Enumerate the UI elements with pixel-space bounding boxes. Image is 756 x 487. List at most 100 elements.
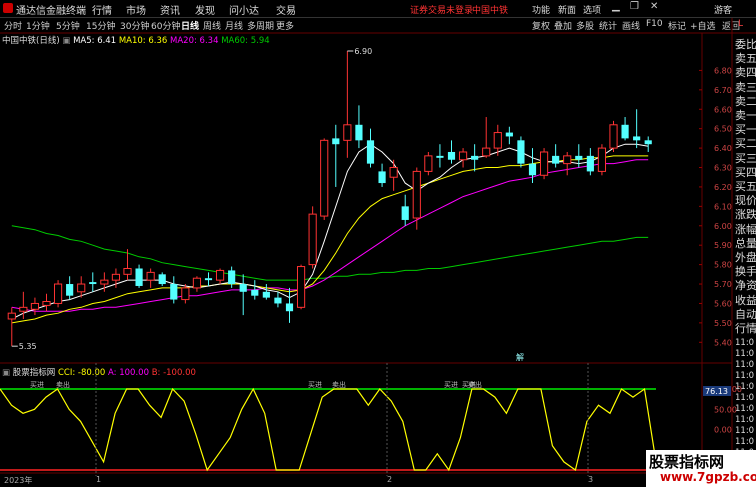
- price-tick-label: 5.50: [714, 319, 732, 328]
- candle-body: [215, 269, 225, 281]
- candle-body: [378, 171, 386, 184]
- candle-body: [100, 279, 109, 285]
- candle-body: [170, 284, 178, 300]
- candle-body: [19, 306, 28, 312]
- candle-body: [77, 283, 86, 293]
- candle-body: [262, 291, 270, 298]
- price-tick-label: 6.20: [714, 183, 732, 192]
- candle-body: [89, 282, 97, 285]
- price-tick-label: 6.40: [714, 144, 732, 153]
- candle-body: [251, 289, 259, 296]
- candle-body: [66, 284, 74, 296]
- candle-body: [633, 136, 641, 141]
- candle-body: [181, 287, 190, 301]
- candle-body: [528, 163, 537, 176]
- candle-body: [123, 267, 132, 275]
- candle-body: [274, 297, 282, 304]
- candle-body: [135, 268, 143, 286]
- low-label: 5.35: [19, 342, 37, 351]
- ma20-line: [11, 159, 649, 312]
- date-label-feb: 2: [387, 475, 393, 484]
- candle-body: [332, 138, 340, 145]
- candle-body: [505, 132, 513, 137]
- candle-body: [424, 155, 433, 172]
- side-time: 11:0: [735, 437, 755, 447]
- cci-signal-label: 卖出: [332, 380, 346, 389]
- date-label-mar: 3: [588, 475, 594, 484]
- price-tick-label: 6.50: [714, 125, 732, 134]
- candle-body: [401, 206, 409, 220]
- candle-body: [53, 283, 63, 304]
- price-tick-label: 6.80: [714, 66, 732, 75]
- candle-body: [158, 274, 166, 285]
- candle-body: [644, 140, 652, 145]
- date-label-jan: 1: [96, 475, 102, 484]
- candle-body: [239, 284, 247, 292]
- watermark: 股票指标网 www.7gpzb.com: [646, 450, 756, 487]
- side-time: 11:0: [735, 393, 755, 403]
- side-time: 11:0: [735, 426, 755, 436]
- candle-body: [192, 277, 202, 289]
- side-time: 11:0: [735, 349, 755, 359]
- candle-body: [42, 301, 51, 306]
- candle-body: [204, 278, 213, 281]
- indicator-tick-label: 0.00: [714, 426, 732, 435]
- candle-body: [482, 147, 491, 157]
- side-time: 11:0: [735, 360, 755, 370]
- candle-body: [552, 155, 560, 164]
- side-time: 11:0: [735, 415, 755, 425]
- date-axis: 2023年 1 2 3: [0, 474, 652, 487]
- candle-body: [228, 270, 236, 285]
- ma10-line: [11, 155, 649, 324]
- candle-body: [7, 312, 16, 320]
- side-time: 11:0: [735, 404, 755, 414]
- candle-body: [366, 140, 375, 164]
- price-tick-label: 5.80: [714, 261, 732, 270]
- candle-body: [343, 124, 352, 141]
- side-time: 11:0: [735, 382, 755, 392]
- candle-body: [389, 167, 398, 178]
- candle-body: [586, 155, 594, 172]
- ma5-line: [11, 143, 649, 320]
- indicator-tick-label: 50.00: [714, 405, 737, 414]
- candle-body: [493, 132, 502, 149]
- cci-signal-label: 买进: [444, 381, 458, 389]
- price-tick-label: 5.40: [714, 338, 732, 347]
- ma60-line: [11, 225, 649, 281]
- side-label: 行情: [735, 322, 756, 335]
- price-tick-label: 6.30: [714, 164, 732, 173]
- cci-level-value: 76.13: [705, 387, 728, 396]
- candle-body: [517, 140, 525, 164]
- candle-body: [575, 155, 583, 160]
- unlock-marker: 解: [516, 352, 524, 362]
- candle-body: [308, 213, 317, 266]
- candle-body: [621, 124, 629, 139]
- candle-body: [412, 170, 421, 219]
- price-tick-label: 6.70: [714, 86, 732, 95]
- price-tick-label: 5.90: [714, 241, 732, 250]
- side-corner-label: L: [738, 19, 744, 29]
- cci-signal-label: 买进: [308, 381, 322, 389]
- candle-body: [458, 151, 468, 161]
- candle-body: [539, 151, 549, 176]
- watermark-title: 股票指标网: [649, 453, 725, 471]
- price-tick-label: 5.60: [714, 299, 732, 308]
- candle-body: [597, 147, 607, 172]
- kline-chart[interactable]: 6.80 6.70 6.60 6.50 6.40 6.30 6.20 6.10 6.00 5.90…: [0, 0, 756, 487]
- price-tick-label: 6.60: [714, 105, 732, 114]
- side-time: 11:0: [735, 371, 755, 381]
- candle-body: [436, 155, 444, 158]
- cci-signal-label: 买进: [462, 381, 476, 389]
- date-label-year: 2023年: [4, 476, 33, 485]
- candle-body: [285, 303, 294, 312]
- high-label: 6.90: [354, 47, 372, 56]
- candle-body: [471, 155, 479, 160]
- candle-body: [30, 302, 40, 310]
- cci-signal-label: 买进: [30, 381, 44, 389]
- cci-line: [0, 387, 657, 472]
- watermark-url: www.7gpzb.com: [660, 470, 756, 484]
- price-tick-label: 6.00: [714, 222, 732, 231]
- price-tick-label: 5.70: [714, 280, 732, 289]
- candle-body: [609, 124, 618, 149]
- price-tick-label: 6.10: [714, 202, 732, 211]
